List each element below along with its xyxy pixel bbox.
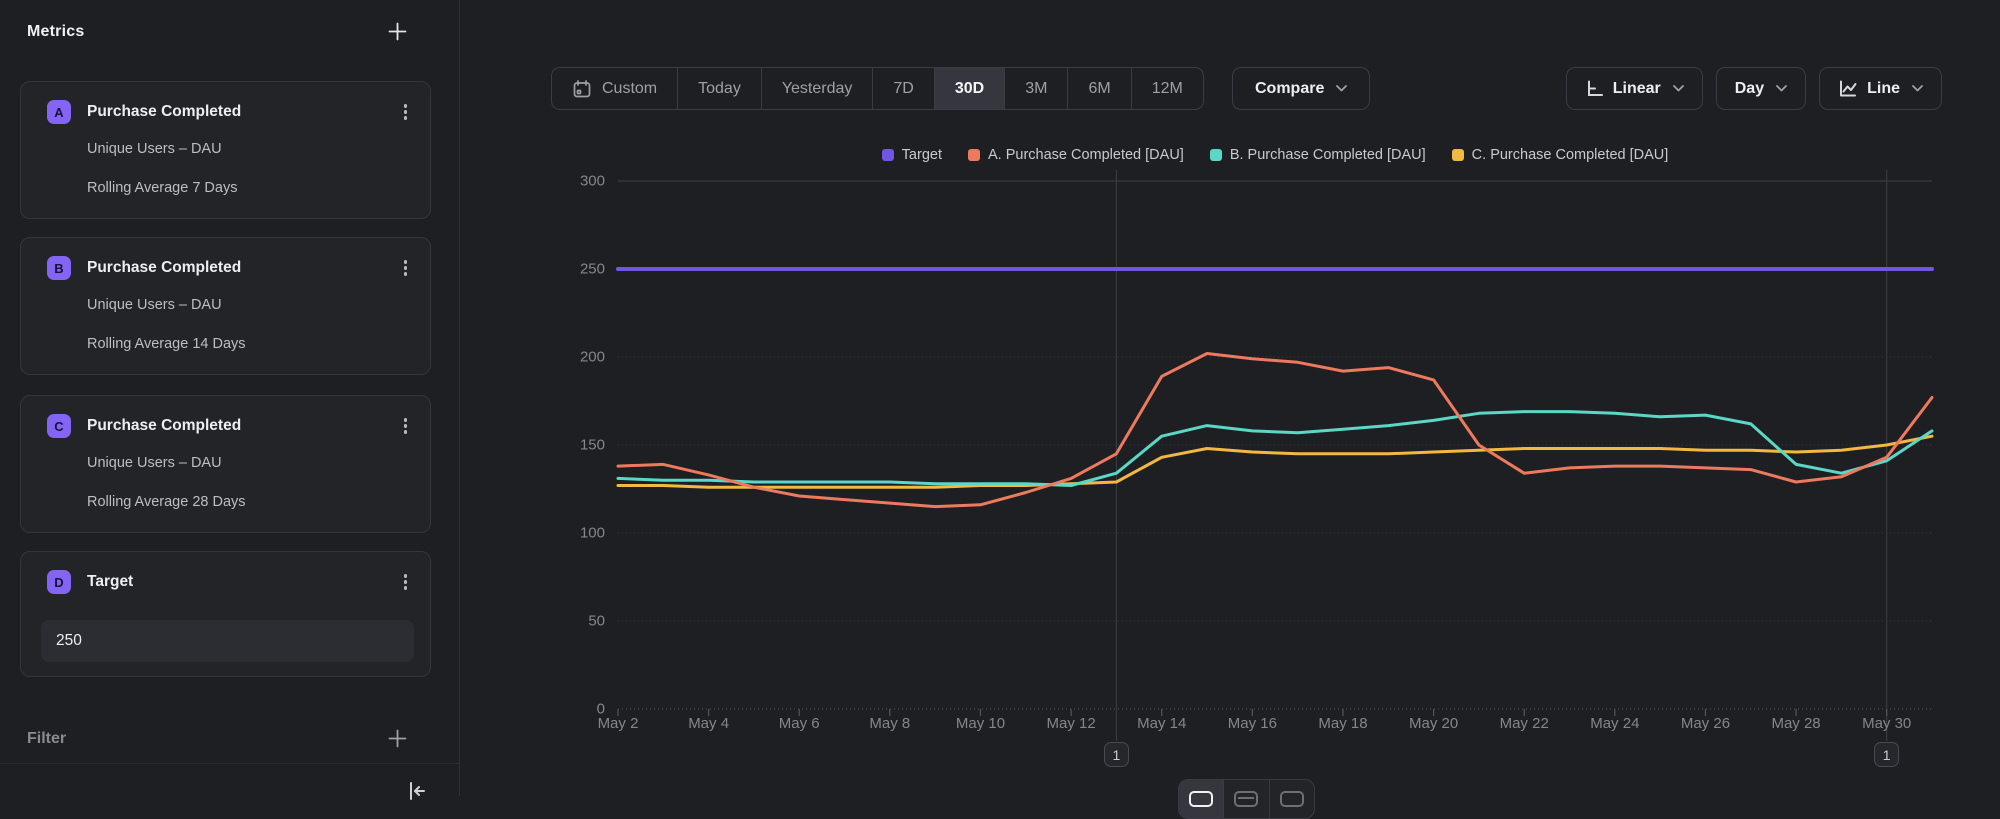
y-axis-tick-label: 50 [588,613,605,630]
metric-rolling-average[interactable]: Rolling Average 7 Days [87,180,410,196]
x-axis-tick-label: May 30 [1862,715,1911,732]
collapse-sidebar-button[interactable] [404,779,428,803]
chart-panel: CustomTodayYesterday7D30D3M6M12M Compare… [461,0,2000,796]
target-value-input[interactable] [41,620,414,662]
y-axis-tick-label: 100 [580,525,605,542]
metric-rolling-average[interactable]: Rolling Average 14 Days [87,336,410,352]
metric-measure[interactable]: Unique Users – DAU [87,141,410,157]
sidebar-divider [0,763,459,764]
series-line-1[interactable] [618,354,1932,507]
metric-card-b[interactable]: B Purchase Completed Unique Users – DAU … [20,237,431,375]
x-axis-tick-label: May 12 [1047,715,1096,732]
view-toggle-control [1178,779,1315,819]
details-view-icon [1280,791,1304,807]
x-axis-tick-label: May 24 [1590,715,1639,732]
metric-badge-a: A [47,100,71,124]
x-axis-tick-label: May 18 [1318,715,1367,732]
x-axis-tick-label: May 26 [1681,715,1730,732]
x-axis-tick-label: May 22 [1500,715,1549,732]
x-axis-tick-label: May 10 [956,715,1005,732]
metric-title: Purchase Completed [87,417,241,435]
target-card-header: D Target [47,570,410,594]
sidebar-title: Metrics [27,23,84,41]
series-line-3[interactable] [618,436,1932,487]
filter-section: Filter [27,729,407,748]
filter-label: Filter [27,730,66,748]
x-axis-tick-label: May 8 [869,715,910,732]
series-line-2[interactable] [618,412,1932,486]
metric-rolling-average[interactable]: Rolling Average 28 Days [87,494,410,510]
metric-menu-button[interactable] [401,414,411,438]
metric-title: Purchase Completed [87,103,241,121]
metric-badge-d: D [47,570,71,594]
x-axis-tick-label: May 2 [598,715,639,732]
metric-badge-c: C [47,414,71,438]
annotation-badge-1[interactable]: 1 [1104,742,1129,767]
metric-card-c[interactable]: C Purchase Completed Unique Users – DAU … [20,395,431,533]
metric-title: Purchase Completed [87,259,241,277]
collapse-left-icon [404,779,428,803]
metrics-sidebar: Metrics A Purchase Completed Unique User… [0,0,460,796]
x-axis-tick-label: May 16 [1228,715,1277,732]
metric-card-a[interactable]: A Purchase Completed Unique Users – DAU … [20,81,431,219]
metric-badge-b: B [47,256,71,280]
chart-view-icon [1189,791,1213,807]
x-axis-tick-label: May 28 [1771,715,1820,732]
annotation-badge-2[interactable]: 1 [1874,742,1899,767]
metric-menu-button[interactable] [401,100,411,124]
metric-measure[interactable]: Unique Users – DAU [87,455,410,471]
metric-measure[interactable]: Unique Users – DAU [87,297,410,313]
y-axis-tick-label: 200 [580,349,605,366]
add-metric-button[interactable] [388,22,407,41]
metric-card-b-header: B Purchase Completed [47,256,410,280]
view-toggle-chart[interactable] [1179,780,1224,818]
x-axis-tick-label: May 20 [1409,715,1458,732]
y-axis-tick-label: 150 [580,437,605,454]
metric-card-c-header: C Purchase Completed [47,414,410,438]
chart-canvas[interactable]: 050100150200250300May 2May 4May 6May 8Ma… [461,0,2000,796]
add-filter-button[interactable] [388,729,407,748]
view-toggle-details[interactable] [1270,780,1314,818]
metric-menu-button[interactable] [401,256,411,280]
y-axis-tick-label: 300 [580,173,605,190]
target-card-d[interactable]: D Target [20,551,431,677]
sidebar-header: Metrics [27,22,407,41]
plus-icon [388,729,407,748]
x-axis-tick-label: May 4 [688,715,729,732]
y-axis-tick-label: 250 [580,261,605,278]
metric-card-a-header: A Purchase Completed [47,100,410,124]
table-view-icon [1234,791,1258,807]
view-toggle-table[interactable] [1224,780,1269,818]
x-axis-tick-label: May 6 [779,715,820,732]
plus-icon [388,22,407,41]
target-title: Target [87,573,133,591]
target-menu-button[interactable] [401,570,411,594]
x-axis-tick-label: May 14 [1137,715,1186,732]
